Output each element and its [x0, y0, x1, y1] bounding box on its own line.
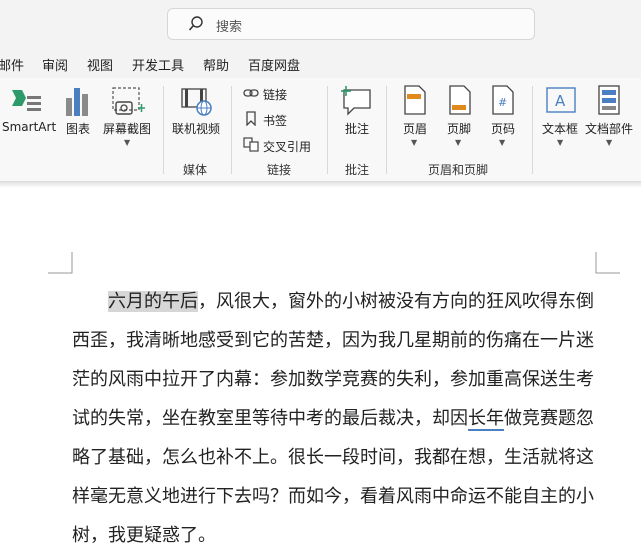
cross-reference-label: 交叉引用 — [263, 140, 312, 154]
ribbon-separator — [163, 86, 164, 174]
spellcheck-underlined-text[interactable]: 长年 — [468, 408, 504, 431]
screenshot-icon — [112, 87, 145, 115]
comment-label: 批注 — [345, 122, 370, 136]
text-run: 试的失常，坐在教室里等待中考的最后裁决，却因 — [72, 408, 468, 429]
document-parts-label: 文档部件 — [585, 122, 634, 136]
margin-corner-top-left — [48, 252, 73, 274]
text-line: 茫的风雨中拉开了内幕：参加数学竞赛的失利，参加重高保送生考 — [72, 369, 594, 390]
tab-review[interactable]: 审阅 — [42, 55, 68, 74]
cross-reference-icon — [243, 137, 259, 152]
text-line: 试的失常，坐在教室里等待中考的最后裁决，却因长年做竞赛题忽 — [72, 399, 594, 438]
page-number-icon: # — [492, 85, 514, 115]
group-label-media: 媒体 — [183, 163, 208, 177]
chevron-down-icon[interactable]: ▼ — [557, 138, 563, 147]
chevron-down-icon[interactable]: ▼ — [124, 138, 130, 147]
ribbon-separator — [386, 86, 387, 174]
document-parts-icon — [598, 85, 620, 115]
header-label: 页眉 — [403, 122, 428, 136]
bookmark-label: 书签 — [263, 114, 288, 128]
smartart-label: SmartArt — [2, 120, 57, 134]
ribbon-separator — [327, 86, 328, 174]
search-placeholder: 搜索 — [216, 20, 243, 35]
margin-corner-top-right — [595, 252, 620, 274]
text-line: 六月的午后，风很大，窗外的小树被没有方向的狂风吹得东倒 — [72, 282, 594, 321]
chart-label: 图表 — [66, 122, 91, 136]
screenshot-label: 屏幕截图 — [103, 122, 152, 136]
smartart-icon — [12, 90, 41, 111]
ribbon: SmartArt 图表 屏幕截图 ▼ 联机视频 媒体 链接 书签 交叉引用 链接… — [0, 78, 641, 182]
tab-baidu-netdisk[interactable]: 百度网盘 — [248, 55, 300, 74]
link-icon — [243, 89, 259, 97]
tab-view[interactable]: 视图 — [87, 55, 113, 74]
svg-text:A: A — [555, 92, 566, 110]
ribbon-separator — [231, 86, 232, 174]
online-video-icon — [181, 88, 212, 116]
bookmark-icon — [246, 111, 256, 126]
group-label-links: 链接 — [267, 163, 292, 177]
chart-icon — [66, 88, 88, 116]
text-line: 西歪，我清晰地感受到它的苦楚，因为我几星期前的伤痛在一片迷 — [72, 330, 594, 351]
body-paragraph[interactable]: 六月的午后，风很大，窗外的小树被没有方向的狂风吹得东倒 西歪，我清晰地感受到它的… — [72, 282, 594, 551]
group-label-comments: 批注 — [345, 163, 370, 177]
chevron-down-icon[interactable]: ▼ — [606, 138, 612, 147]
footer-label: 页脚 — [447, 122, 472, 136]
link-label: 链接 — [263, 88, 288, 102]
chevron-down-icon[interactable]: ▼ — [411, 138, 417, 147]
chevron-down-icon[interactable]: ▼ — [499, 138, 505, 147]
footer-icon — [449, 85, 471, 115]
text-line: 样毫无意义地进行下去吗？而如今，看着风雨中命运不能自主的小 — [72, 486, 594, 507]
document-page[interactable]: 六月的午后，风很大，窗外的小树被没有方向的狂风吹得东倒 西歪，我清晰地感受到它的… — [0, 188, 641, 551]
text-run: ，风很大，窗外的小树被没有方向的狂风吹得东倒 — [198, 291, 594, 312]
header-icon — [404, 85, 426, 115]
tab-developer[interactable]: 开发工具 — [132, 55, 184, 74]
tab-help[interactable]: 帮助 — [203, 55, 229, 74]
text-line: 树，我更疑惑了。 — [72, 525, 216, 546]
menu-bar: 邮件 审阅 视图 开发工具 帮助 百度网盘 — [0, 46, 641, 78]
text-box-label: 文本框 — [542, 122, 579, 136]
text-line: 略了基础，怎么也补不上。很长一段时间，我都在想，生活就将这 — [72, 447, 594, 468]
page-number-label: 页码 — [491, 122, 516, 136]
text-box-icon: A — [546, 87, 576, 113]
chevron-down-icon[interactable]: ▼ — [455, 138, 461, 147]
ribbon-separator — [532, 86, 533, 174]
search-icon — [188, 16, 203, 31]
group-label-header-footer: 页眉和页脚 — [428, 163, 489, 177]
online-video-label: 联机视频 — [172, 122, 221, 136]
selected-text[interactable]: 六月的午后 — [108, 291, 198, 312]
svg-text:#: # — [498, 96, 507, 109]
tab-mailings[interactable]: 邮件 — [0, 55, 24, 74]
text-run: 做竞赛题忽 — [504, 408, 594, 429]
comment-icon — [341, 86, 371, 116]
title-bar: 搜索 — [0, 0, 641, 46]
search-box[interactable]: 搜索 — [167, 8, 535, 40]
